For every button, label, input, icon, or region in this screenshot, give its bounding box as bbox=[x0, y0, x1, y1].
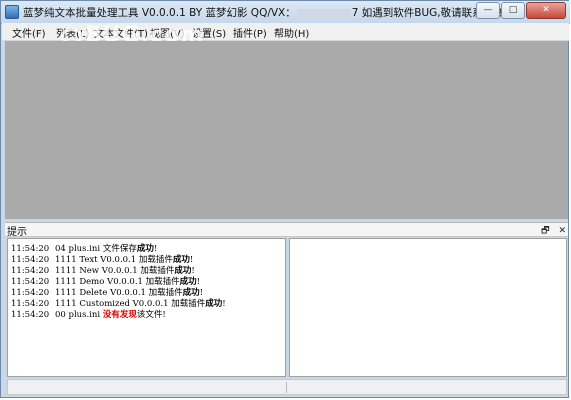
hint-panel-header: 提示 🗗 ✕ bbox=[5, 222, 568, 239]
restore-icon[interactable]: 🗗 bbox=[541, 226, 549, 236]
menu-view[interactable]: 视图(V) bbox=[150, 25, 185, 40]
hint-panel-title: 提示 bbox=[7, 227, 27, 238]
panel-controls: 🗗 ✕ bbox=[535, 223, 566, 239]
menu-settings[interactable]: 设置(S) bbox=[192, 25, 226, 40]
window-controls: — □ ✕ bbox=[475, 2, 566, 20]
menu-bar: 文件(F) 列表(L) 文本文件(T) 视图(V) 设置(S) 插件(P) 帮助… bbox=[2, 23, 569, 41]
log-line: 11:54:20 00 plus.ini 没有发现该文件! bbox=[11, 310, 166, 320]
close-button[interactable]: ✕ bbox=[526, 2, 566, 19]
redacted-number bbox=[296, 8, 351, 18]
menu-file[interactable]: 文件(F) bbox=[12, 25, 46, 40]
title-text: 蓝梦纯文本批量处理工具 V0.0.0.1 BY 蓝梦幻影 QQ/VX： bbox=[23, 7, 296, 19]
maximize-button[interactable]: □ bbox=[501, 2, 525, 19]
minimize-button[interactable]: — bbox=[476, 2, 500, 19]
menu-text-file[interactable]: 文本文件(T) bbox=[94, 25, 148, 40]
panel-close-icon[interactable]: ✕ bbox=[558, 226, 566, 236]
app-icon bbox=[5, 5, 19, 19]
menu-help[interactable]: 帮助(H) bbox=[274, 25, 309, 40]
title-bar[interactable]: 蓝梦纯文本批量处理工具 V0.0.0.1 BY 蓝梦幻影 QQ/VX： 7 如遇到… bbox=[1, 1, 570, 24]
status-divider bbox=[286, 382, 287, 393]
window-title: 蓝梦纯文本批量处理工具 V0.0.0.1 BY 蓝梦幻影 QQ/VX： 7 如遇到… bbox=[23, 5, 517, 20]
menu-list[interactable]: 列表(L) bbox=[56, 25, 89, 40]
secondary-output[interactable] bbox=[289, 238, 567, 377]
app-window: 蓝梦纯文本批量处理工具 V0.0.0.1 BY 蓝梦幻影 QQ/VX： 7 如遇到… bbox=[0, 0, 570, 398]
log-output[interactable]: 11:54:20 04 plus.ini 文件保存成功! 11:54:20 1111… bbox=[7, 238, 286, 377]
menu-plugins[interactable]: 插件(P) bbox=[233, 25, 267, 40]
main-workspace[interactable] bbox=[5, 41, 568, 219]
status-bar bbox=[7, 379, 567, 395]
